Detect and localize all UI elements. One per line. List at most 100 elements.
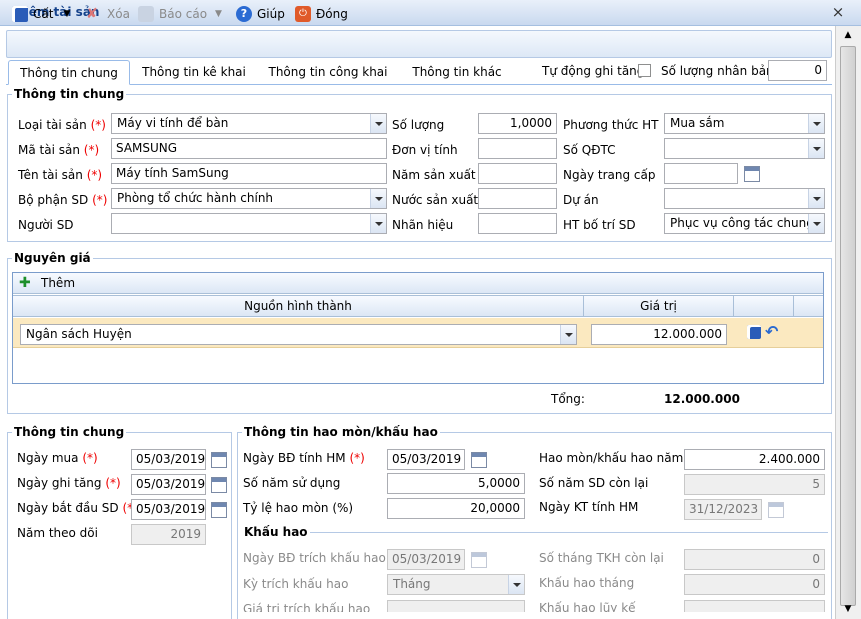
col-source-header: Nguồn hình thành [244, 299, 352, 313]
calendar-icon[interactable] [211, 477, 227, 493]
kh-start-input: 05/03/2019 [387, 549, 465, 570]
layout-select[interactable]: Phục vụ công tác chung [664, 213, 825, 234]
year-made-label: Năm sản xuất [392, 168, 476, 182]
tab-general[interactable]: Thông tin chung [8, 60, 130, 85]
copy-count-label: Số lượng nhân bản [661, 64, 774, 78]
asset-code-label: Mã tài sản (*) [18, 143, 100, 157]
chevron-down-icon[interactable]: ▼ [63, 9, 70, 19]
original-price-title: Nguyên giá [12, 251, 93, 265]
equip-date-input[interactable] [664, 163, 738, 184]
floppy-disk-icon [12, 6, 28, 22]
chevron-down-icon[interactable]: ▼ [215, 9, 222, 19]
depreciation-sub-title: Khấu hao [242, 525, 310, 539]
calendar-icon[interactable] [471, 452, 487, 468]
decision-select[interactable] [664, 138, 825, 159]
layout-label: HT bố trí SD [563, 218, 636, 232]
power-icon: ⏻ [295, 6, 311, 22]
rate-label: Tỷ lệ hao mòn (%) [243, 501, 354, 515]
decision-label: Số QĐTC [563, 143, 616, 157]
close-button[interactable]: ⏻ Đóng [295, 3, 348, 25]
hm-start-label: Ngày BĐ tính HM (*) [243, 451, 365, 465]
asset-name-label: Tên tài sản (*) [18, 168, 103, 182]
years-use-input[interactable]: 5,0000 [387, 473, 525, 494]
track-year-input: 2019 [131, 524, 206, 545]
calendar-icon[interactable] [211, 502, 227, 518]
hm-end-label: Ngày KT tính HM [539, 500, 639, 514]
grid-toolbar [13, 273, 823, 294]
country-label: Nước sản xuất [392, 193, 479, 207]
unit-input[interactable] [478, 138, 557, 159]
asset-name-input[interactable]: Máy tính SamSung [111, 163, 387, 184]
close-window-button[interactable]: × [830, 4, 846, 20]
months-left-input: 0 [684, 549, 825, 570]
report-button[interactable]: Báo cáo ▼ [138, 3, 222, 25]
start-date-input[interactable]: 05/03/2019 [131, 499, 206, 520]
kh-value-input [387, 600, 525, 612]
quantity-label: Số lượng [392, 118, 445, 132]
track-year-label: Năm theo dõi [17, 526, 98, 540]
save-button[interactable]: Cất ▼ [12, 3, 70, 25]
country-input[interactable] [478, 188, 557, 209]
rate-input[interactable]: 20,0000 [387, 498, 525, 519]
brand-input[interactable] [478, 213, 557, 234]
delete-button[interactable]: ✘ Xóa [86, 3, 130, 25]
depreciation-title: Thông tin hao mòn/khấu hao [242, 425, 440, 439]
total-label: Tổng: [551, 392, 585, 406]
user-select[interactable] [111, 213, 387, 234]
calendar-icon [768, 502, 784, 518]
chevron-down-icon [370, 214, 386, 233]
add-row-button[interactable]: ✚ Thêm [19, 276, 75, 290]
chevron-down-icon [560, 325, 576, 344]
department-select[interactable]: Phòng tổ chức hành chính [111, 188, 387, 209]
year-made-input[interactable] [478, 163, 557, 184]
value-input[interactable]: 12.000.000 [591, 324, 727, 345]
tab-declaration[interactable]: Thông tin kê khai [136, 60, 252, 85]
project-select[interactable] [664, 188, 825, 209]
col-value-header: Giá trị [640, 299, 677, 313]
years-left-label: Số năm SD còn lại [539, 476, 649, 490]
help-button[interactable]: ? Giúp [236, 3, 285, 25]
vertical-scrollbar[interactable]: ▲ ▼ [835, 26, 861, 619]
toolbar [6, 30, 832, 58]
chevron-down-icon [808, 189, 824, 208]
kh-period-label: Kỳ trích khấu hao [243, 577, 349, 591]
accum-label: Khấu hao lũy kế [539, 601, 636, 612]
chevron-down-icon [370, 114, 386, 133]
tab-public[interactable]: Thông tin công khai [262, 60, 394, 85]
kh-value-label: Giá trị trích khấu hao [243, 602, 371, 612]
auto-increase-checkbox[interactable] [638, 64, 651, 77]
calendar-icon[interactable] [211, 452, 227, 468]
user-label: Người SD [18, 218, 74, 232]
years-left-input: 5 [684, 474, 825, 495]
chevron-down-icon [808, 214, 824, 233]
accum-input [684, 600, 825, 612]
undo-icon[interactable]: ↶ [765, 322, 778, 341]
months-left-label: Số tháng TKH còn lại [539, 551, 664, 565]
asset-code-input[interactable]: SAMSUNG [111, 138, 387, 159]
help-icon: ? [236, 6, 252, 22]
monthly-label: Khấu hao tháng [539, 576, 635, 590]
equip-date-label: Ngày trang cấp [563, 168, 656, 182]
annual-input[interactable]: 2.400.000 [684, 449, 825, 470]
quantity-input[interactable]: 1,0000 [478, 113, 557, 134]
record-date-input[interactable]: 05/03/2019 [131, 474, 206, 495]
kh-start-label: Ngày BĐ trích khấu hao (*) [243, 551, 405, 565]
asset-type-select[interactable]: Máy vi tính để bàn [111, 113, 387, 134]
source-select[interactable]: Ngân sách Huyện [20, 324, 577, 345]
kh-period-select: Tháng [387, 574, 525, 595]
tab-other[interactable]: Thông tin khác [404, 60, 510, 85]
brand-label: Nhãn hiệu [392, 218, 454, 232]
calendar-icon[interactable] [744, 166, 760, 182]
save-row-icon[interactable] [747, 325, 761, 339]
chevron-down-icon [808, 114, 824, 133]
start-date-label: Ngày bắt đầu SD (*) [17, 501, 138, 515]
buy-date-input[interactable]: 05/03/2019 [131, 449, 206, 470]
copy-count-input[interactable]: 0 [768, 60, 827, 81]
monthly-input: 0 [684, 574, 825, 595]
method-label: Phương thức HT [563, 118, 659, 132]
hm-end-input: 31/12/2023 [684, 499, 762, 520]
calendar-icon [471, 552, 487, 568]
auto-increase-label: Tự động ghi tăng [542, 64, 645, 78]
method-select[interactable]: Mua sắm [664, 113, 825, 134]
hm-start-input[interactable]: 05/03/2019 [387, 449, 465, 470]
